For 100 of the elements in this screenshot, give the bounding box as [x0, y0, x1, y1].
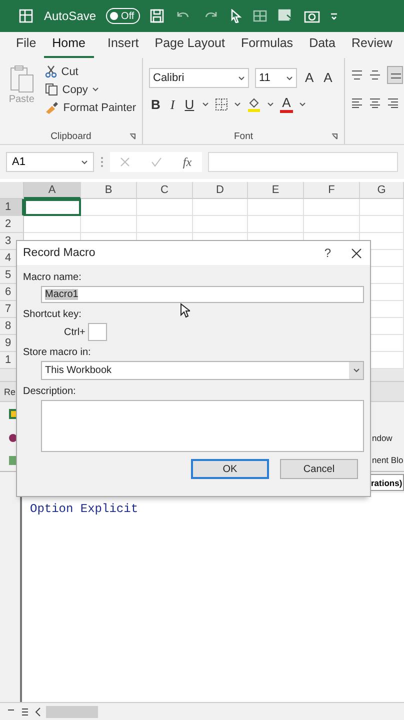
code-pane[interactable]: Option Explicit	[22, 493, 404, 702]
chevron-down-icon[interactable]	[234, 102, 242, 107]
sheet-cell[interactable]	[193, 216, 248, 233]
chevron-down-icon[interactable]	[81, 160, 88, 164]
store-macro-dropdown[interactable]: This Workbook	[41, 361, 364, 380]
sheet-cell[interactable]	[360, 216, 404, 233]
paintbrush-icon	[45, 101, 60, 114]
align-top-icon[interactable]	[351, 70, 363, 80]
italic-button[interactable]: I	[168, 98, 177, 112]
help-button[interactable]: ?	[312, 246, 343, 260]
chevron-down-icon[interactable]	[298, 102, 306, 107]
row-header[interactable]: 1	[0, 199, 24, 216]
scrollbar-thumb[interactable]	[46, 706, 98, 718]
autosave-label: AutoSave	[44, 9, 96, 23]
fill-color-icon[interactable]	[247, 97, 262, 112]
underline-button[interactable]: U	[182, 98, 196, 112]
chevron-down-icon[interactable]	[286, 76, 293, 80]
grow-font-button[interactable]: A	[303, 71, 316, 85]
field-label: Macro name:	[23, 272, 82, 283]
grid-icon[interactable]	[252, 9, 268, 23]
description-field[interactable]	[41, 400, 364, 452]
font-size-field[interactable]: 11	[255, 68, 297, 88]
sheet-cell[interactable]	[137, 216, 193, 233]
column-header[interactable]: G	[360, 182, 404, 199]
ribbon-tab[interactable]: Formulas	[232, 36, 302, 58]
code-line: Option Explicit	[30, 502, 138, 516]
macro-name-field[interactable]: Macro1	[41, 286, 364, 303]
group-label: Font	[234, 131, 253, 142]
chevron-down-icon[interactable]	[238, 76, 245, 80]
dialog-launcher-icon[interactable]	[129, 133, 136, 140]
column-header[interactable]: C	[137, 182, 193, 199]
bold-button[interactable]: B	[149, 98, 162, 112]
borders-icon[interactable]	[215, 98, 228, 111]
insert-function-button[interactable]: fx	[182, 154, 192, 170]
align-left-icon[interactable]	[351, 98, 363, 108]
column-header[interactable]: F	[304, 182, 360, 199]
cut-button[interactable]: Cut	[43, 64, 138, 79]
sheet-cell[interactable]	[193, 199, 248, 216]
sheet-cell[interactable]	[24, 199, 81, 216]
clipboard-icon	[8, 64, 35, 94]
format-painter-button[interactable]: Format Painter	[43, 100, 138, 115]
sheet-cell[interactable]	[304, 216, 360, 233]
font-color-button[interactable]: A	[280, 96, 293, 113]
row-header[interactable]: 2	[0, 216, 24, 233]
sheet-cell[interactable]	[360, 199, 404, 216]
mouse-pointer-icon	[180, 303, 190, 318]
ribbon-tab[interactable]: Insert	[100, 36, 147, 58]
spreadsheet-icon[interactable]	[18, 8, 34, 24]
ribbon-tab[interactable]: File	[8, 36, 44, 58]
dialog-title: Record Macro	[23, 247, 96, 259]
camera-icon[interactable]	[304, 9, 320, 23]
align-center-icon[interactable]	[369, 98, 381, 108]
font-name-field[interactable]: Calibri	[149, 68, 249, 88]
column-header[interactable]: B	[81, 182, 137, 199]
ok-button[interactable]: OK	[191, 459, 269, 479]
column-header[interactable]: E	[248, 182, 304, 199]
toolbar-button[interactable]: nent Blo	[372, 455, 404, 465]
align-right-icon[interactable]	[387, 98, 399, 108]
close-icon[interactable]	[351, 248, 362, 258]
customize-icon[interactable]	[330, 12, 338, 20]
copy-button[interactable]: Copy	[43, 82, 138, 97]
sheet-cell[interactable]	[137, 199, 193, 216]
sheet-cell[interactable]	[81, 216, 137, 233]
formula-input[interactable]	[208, 152, 398, 172]
chevron-down-icon[interactable]	[352, 368, 360, 373]
copy-icon	[45, 83, 58, 96]
ctrl-label: Ctrl+	[64, 326, 86, 338]
field-label: Shortcut key:	[23, 309, 82, 320]
align-bottom-icon[interactable]	[387, 66, 403, 84]
sheet-cell[interactable]	[248, 199, 304, 216]
field-label: Description:	[23, 386, 76, 397]
menu-item[interactable]: ndow	[372, 432, 404, 442]
shrink-font-button[interactable]: A	[322, 71, 334, 85]
toolbar-icon[interactable]	[8, 432, 18, 442]
drag-handle-icon[interactable]	[100, 156, 104, 168]
chevron-down-icon[interactable]	[267, 102, 274, 107]
procedure-dropdown[interactable]: rations)	[369, 474, 404, 491]
shortcut-key-field[interactable]	[88, 323, 108, 341]
ribbon-tab[interactable]: Page Layout	[146, 36, 233, 58]
align-middle-icon[interactable]	[369, 70, 381, 80]
save-icon[interactable]	[150, 9, 164, 23]
column-header[interactable]: D	[193, 182, 248, 199]
chevron-down-icon[interactable]	[92, 87, 99, 92]
window-title: Re	[4, 386, 16, 396]
cursor-icon[interactable]	[230, 9, 242, 23]
sheet-cell[interactable]	[304, 199, 360, 216]
scroll-left-icon[interactable]	[34, 706, 42, 716]
sheet-cell[interactable]	[24, 216, 81, 233]
dialog-launcher-icon[interactable]	[331, 133, 338, 140]
name-box[interactable]: A1	[6, 152, 94, 172]
column-header[interactable]: A	[24, 182, 81, 199]
ribbon-tab[interactable]: Data	[301, 36, 344, 58]
cancel-button[interactable]: Cancel	[280, 459, 358, 479]
ribbon-tab[interactable]: Review	[343, 36, 400, 58]
sheet-cell[interactable]	[81, 199, 137, 216]
chevron-down-icon[interactable]	[202, 102, 210, 107]
field-label: Store macro in:	[23, 347, 91, 358]
autosave-toggle[interactable]: Off	[106, 8, 140, 24]
module-view-icon[interactable]	[20, 706, 30, 716]
sheet-cell[interactable]	[248, 216, 304, 233]
